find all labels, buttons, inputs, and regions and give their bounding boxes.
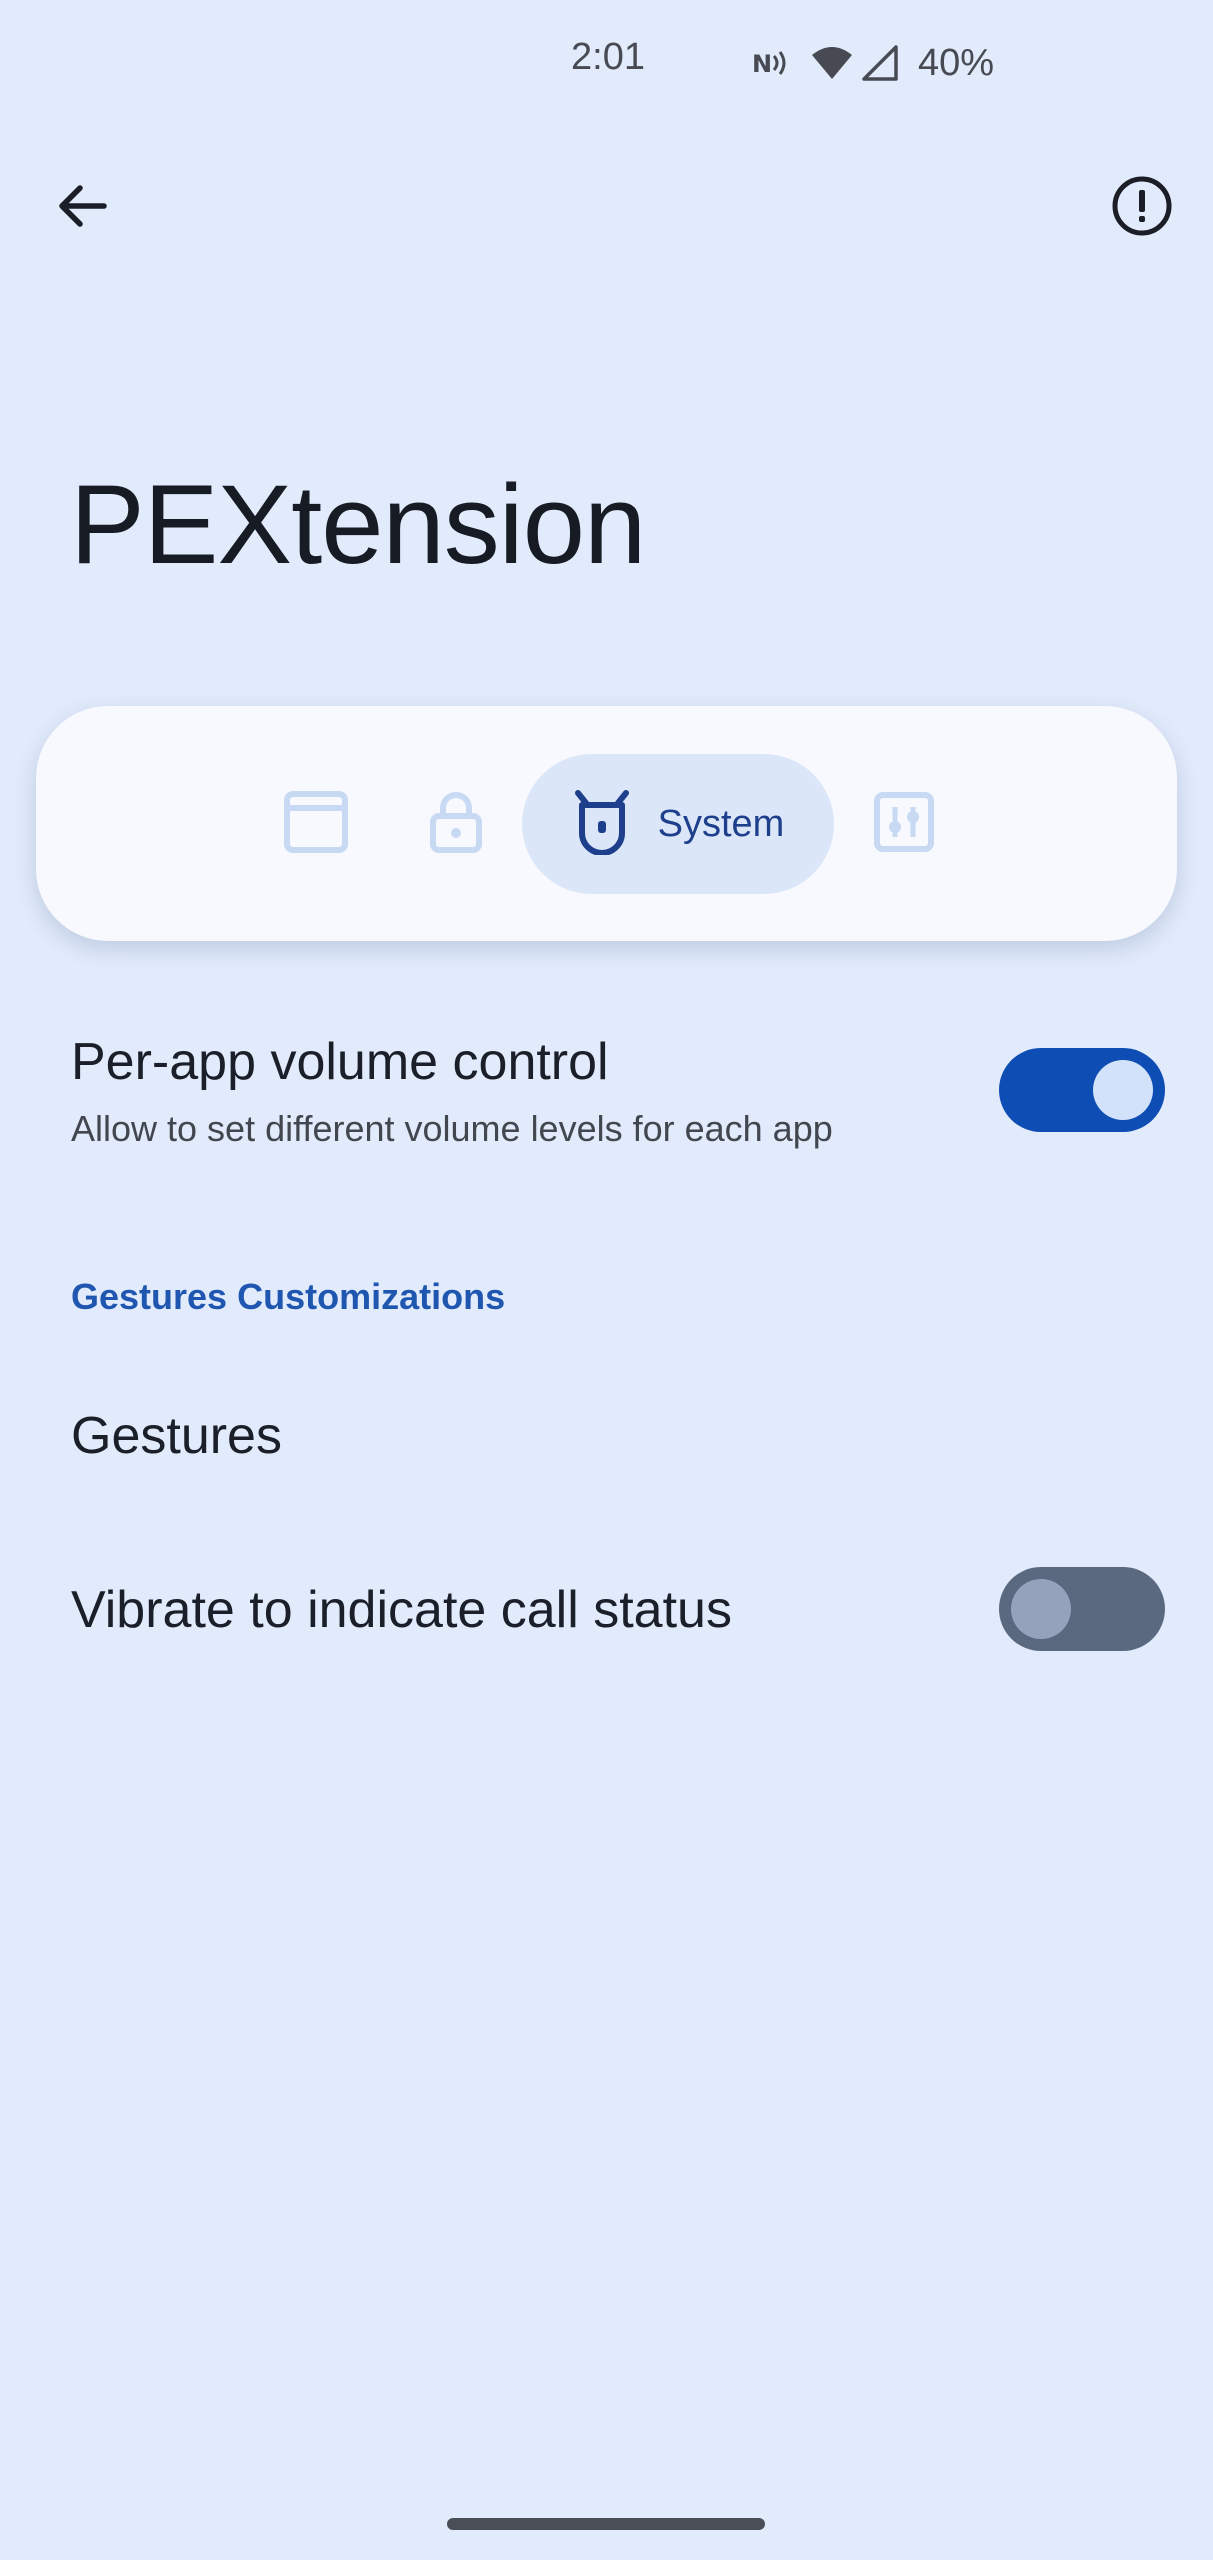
arrow-back-icon — [54, 178, 110, 239]
status-time: 2:01 — [571, 36, 645, 78]
lock-icon — [429, 790, 483, 859]
nfc-icon: N — [752, 46, 792, 80]
setting-gestures[interactable]: Gestures — [0, 1370, 1213, 1500]
tab-system[interactable]: System — [522, 754, 834, 894]
tab-bar: System — [36, 706, 1177, 941]
page-title: PEXtension — [70, 462, 646, 587]
setting-per-app-volume[interactable]: Per-app volume control Allow to set diff… — [0, 1010, 1213, 1180]
navigation-handle[interactable] — [447, 2518, 765, 2530]
tab-system-label: System — [657, 802, 785, 845]
setting-vibrate-call-status[interactable]: Vibrate to indicate call status — [0, 1544, 1213, 1674]
system-icon — [572, 789, 632, 860]
window-icon — [283, 790, 349, 859]
vibrate-call-status-switch[interactable] — [999, 1567, 1165, 1651]
switch-thumb — [1093, 1060, 1153, 1120]
setting-title: Vibrate to indicate call status — [71, 1581, 732, 1639]
tweaks-icon — [873, 791, 935, 858]
setting-title: Per-app volume control — [71, 1033, 609, 1091]
section-header-gestures: Gestures Customizations — [71, 1276, 506, 1317]
switch-thumb — [1011, 1579, 1071, 1639]
alert-circle-icon — [1111, 175, 1173, 242]
setting-title: Gestures — [71, 1407, 282, 1465]
cell-signal-icon — [862, 45, 898, 81]
back-button[interactable] — [34, 160, 130, 256]
tab-tweaks[interactable] — [854, 754, 954, 894]
tab-window[interactable] — [266, 754, 366, 894]
wifi-icon — [810, 45, 854, 81]
status-bar: 2:01 N 40% — [0, 0, 1213, 120]
battery-percentage: 40% — [918, 41, 995, 84]
svg-text:N: N — [752, 50, 772, 78]
setting-subtitle: Allow to set different volume levels for… — [71, 1108, 833, 1149]
status-icons: N 40% — [752, 36, 994, 90]
per-app-volume-switch[interactable] — [999, 1048, 1165, 1132]
tab-lock[interactable] — [406, 754, 506, 894]
info-button[interactable] — [1094, 160, 1190, 256]
